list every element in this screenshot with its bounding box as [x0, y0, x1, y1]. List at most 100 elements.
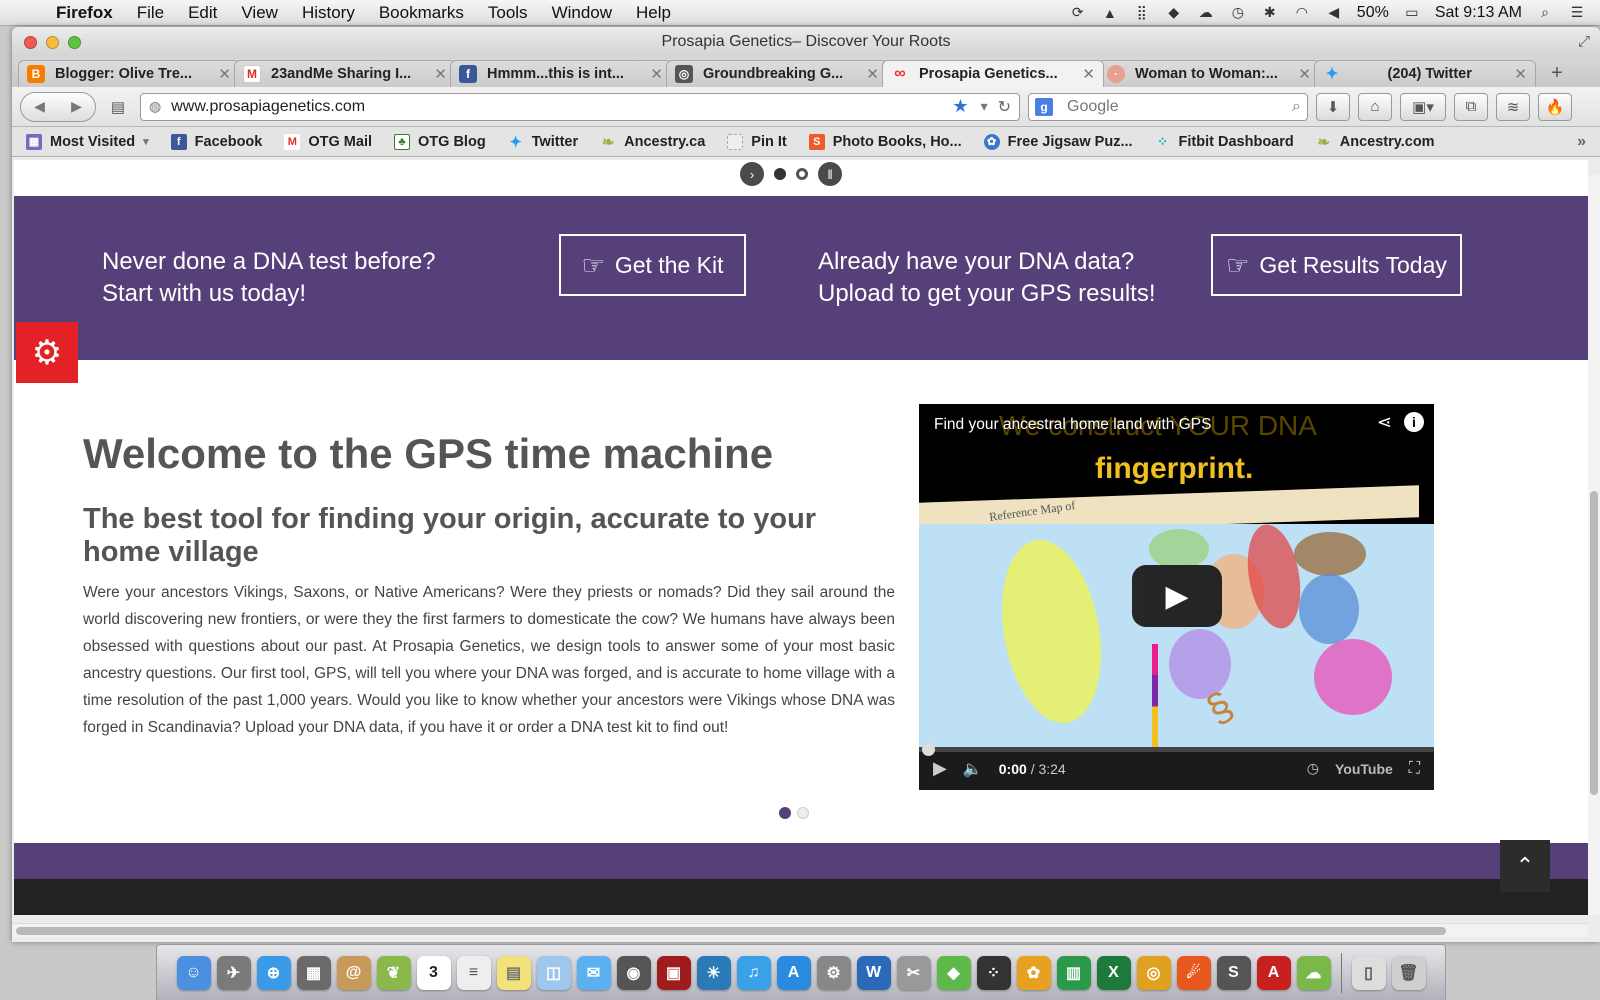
video-progress-track[interactable] — [919, 747, 1434, 752]
menu-window[interactable]: Window — [540, 3, 624, 23]
info-icon[interactable]: i — [1404, 412, 1424, 432]
downloads-button[interactable]: ⬇ — [1316, 92, 1350, 121]
search-input[interactable]: Google — [1067, 98, 1292, 116]
get-results-today-button[interactable]: ☞ Get Results Today — [1211, 234, 1462, 296]
word-icon[interactable]: W — [856, 955, 891, 990]
bookmark-ancestry-ca[interactable]: ❧ Ancestry.ca — [600, 134, 705, 151]
itunes-icon[interactable]: ♫ — [736, 955, 771, 990]
contacts-icon[interactable]: @ — [336, 955, 371, 990]
close-tab-icon[interactable]: ✕ — [1082, 65, 1095, 83]
excel-icon[interactable]: X — [1096, 955, 1131, 990]
menu-view[interactable]: View — [229, 3, 290, 23]
slider-dot-1[interactable] — [779, 807, 791, 819]
clock[interactable]: Sat 9:13 AM — [1435, 4, 1522, 22]
pause-slider-button[interactable]: ‖ — [818, 162, 842, 186]
tab-twitter[interactable]: ✦ (204) Twitter ✕ — [1314, 60, 1536, 87]
calendar-icon[interactable]: 3 — [416, 955, 451, 990]
capture-button[interactable]: ⧉ — [1454, 92, 1488, 121]
google-engine-icon[interactable]: g — [1035, 97, 1053, 116]
watch-later-icon[interactable]: ◷ — [1307, 760, 1319, 777]
picasa-icon[interactable]: ✿ — [1016, 955, 1051, 990]
close-window-button[interactable] — [24, 35, 37, 49]
url-bar[interactable]: ◍ www.prosapiagenetics.com ★ ▾ ↻ — [140, 92, 1020, 121]
app-store-icon[interactable]: A — [776, 955, 811, 990]
close-tab-icon[interactable]: ✕ — [866, 65, 879, 83]
layers-button[interactable]: ≋ — [1496, 92, 1530, 121]
next-slide-button[interactable]: › — [740, 162, 764, 186]
vertical-scrollbar[interactable] — [1588, 175, 1600, 915]
bookmark-ancestry-com[interactable]: ❧ Ancestry.com — [1316, 134, 1434, 151]
bookmark-otg-blog[interactable]: ♣ OTG Blog — [394, 133, 486, 150]
grid-icon[interactable]: ⣿ — [1133, 4, 1151, 21]
get-the-kit-button[interactable]: ☞ Get the Kit — [559, 234, 746, 296]
slide-dot-2[interactable] — [796, 168, 808, 180]
play-button[interactable]: ▶ — [1132, 565, 1222, 627]
photo-browser-icon[interactable]: ▦ — [296, 955, 331, 990]
system-preferences-icon[interactable]: ⚙ — [816, 955, 851, 990]
battery-icon[interactable]: ▭ — [1403, 4, 1421, 21]
bookmark-jigsaw[interactable]: ✿ Free Jigsaw Puz... — [983, 133, 1133, 150]
tab-facebook-post[interactable]: f Hmmm...this is int... ✕ — [450, 60, 672, 87]
bookmark-otg-mail[interactable]: M OTG Mail — [284, 133, 372, 150]
menu-help[interactable]: Help — [624, 3, 683, 23]
search-icon[interactable]: ⌕ — [1292, 98, 1301, 116]
s-app-icon[interactable]: S — [1216, 955, 1251, 990]
launchpad-icon[interactable]: ✈ — [216, 955, 251, 990]
minimize-window-button[interactable] — [46, 35, 59, 49]
volume-icon[interactable]: ◀ — [1325, 4, 1343, 21]
stickies-icon[interactable]: ▤ — [496, 955, 531, 990]
menu-file[interactable]: File — [125, 3, 176, 23]
wifi-icon[interactable]: ◠ — [1293, 4, 1311, 21]
sync-icon[interactable]: ⟳ — [1069, 4, 1087, 21]
preview-icon[interactable]: ◫ — [536, 955, 571, 990]
slider-dot-2[interactable] — [797, 807, 809, 819]
bookmark-facebook[interactable]: f Facebook — [170, 133, 262, 150]
trash-icon[interactable]: 🗑 — [1391, 955, 1426, 990]
settings-button[interactable]: ⚙ — [16, 322, 78, 383]
menu-tools[interactable]: Tools — [476, 3, 540, 23]
iphoto-icon[interactable]: ☀ — [696, 955, 731, 990]
utility-icon[interactable]: ✂ — [896, 955, 931, 990]
video-title[interactable]: Find your ancestral home land with GPS — [934, 416, 1211, 434]
fullscreen-icon[interactable]: ⤢ — [1578, 33, 1590, 50]
horizontal-scroll-thumb[interactable] — [16, 927, 1446, 935]
tab-groundbreaking[interactable]: ◎ Groundbreaking G... ✕ — [666, 60, 888, 87]
bookmark-most-visited[interactable]: ▦ Most Visited ▾ — [26, 133, 149, 150]
menu-bookmarks[interactable]: Bookmarks — [367, 3, 476, 23]
youtube-logo[interactable]: YouTube — [1335, 761, 1393, 777]
vertical-scroll-thumb[interactable] — [1590, 491, 1598, 795]
google-drive-icon[interactable]: ▲ — [1101, 5, 1119, 21]
new-tab-button[interactable]: + — [1542, 60, 1572, 87]
bookmark-fitbit[interactable]: ⁘ Fitbit Dashboard — [1155, 134, 1294, 150]
reload-icon[interactable]: ↻ — [998, 97, 1011, 117]
evernote-dock-icon[interactable]: ◆ — [936, 955, 971, 990]
messages-icon[interactable]: ✉ — [576, 955, 611, 990]
time-machine-icon[interactable]: ◷ — [1229, 4, 1247, 21]
share-icon[interactable]: ⋖ — [1377, 412, 1392, 433]
youtube-video-player[interactable]: Reference Map of § We construct YOUR DNA… — [919, 404, 1434, 790]
bookmark-photo-books[interactable]: S Photo Books, Ho... — [808, 133, 962, 150]
close-tab-icon[interactable]: ✕ — [1514, 65, 1527, 83]
play-control-icon[interactable]: ▶ — [933, 758, 947, 779]
horizontal-scrollbar[interactable] — [12, 923, 1588, 937]
firefox-addon-button[interactable]: 🔥 — [1538, 92, 1572, 121]
evernote-icon[interactable]: ◆ — [1165, 4, 1183, 21]
menu-app-name[interactable]: Firefox — [44, 3, 125, 23]
firefox-dock-icon[interactable]: ☄ — [1176, 955, 1211, 990]
bookmark-twitter[interactable]: ✦ Twitter — [508, 134, 578, 151]
acrobat-icon[interactable]: A — [1256, 955, 1291, 990]
close-tab-icon[interactable]: ✕ — [650, 65, 663, 83]
cloud-app-icon[interactable]: ☁ — [1296, 955, 1331, 990]
menu-edit[interactable]: Edit — [176, 3, 229, 23]
tab-blogger[interactable]: B Blogger: Olive Tre... ✕ — [18, 60, 240, 87]
url-text[interactable]: www.prosapiagenetics.com — [171, 98, 952, 116]
close-tab-icon[interactable]: ✕ — [218, 65, 231, 83]
close-tab-icon[interactable]: ✕ — [1298, 65, 1311, 83]
search-bar[interactable]: g Google ⌕ — [1028, 92, 1308, 121]
tab-groups-button[interactable]: ▤ — [104, 93, 132, 121]
notification-center-icon[interactable]: ☰ — [1568, 4, 1586, 21]
tab-23andme-sharing[interactable]: M 23andMe Sharing I... ✕ — [234, 60, 456, 87]
volume-icon[interactable]: 🔈 — [963, 759, 983, 779]
scrub-handle[interactable] — [922, 743, 935, 756]
screenshot-button[interactable]: ▣▾ — [1400, 92, 1446, 121]
